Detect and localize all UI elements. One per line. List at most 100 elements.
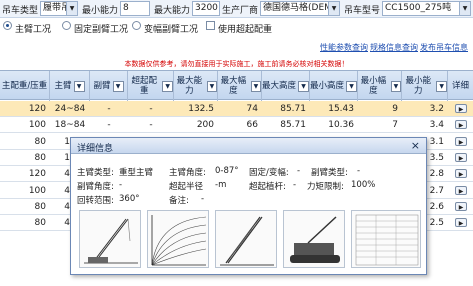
field-label: 固定/变幅: — [249, 168, 289, 178]
field-value: 100% — [351, 180, 376, 190]
boom-chart-thumbnail[interactable] — [215, 210, 277, 268]
cell-max-height: 85.71 — [280, 120, 306, 131]
field-value: 重型主臂 — [119, 168, 154, 178]
col-header-max-capacity[interactable]: 最大能力 ▼ — [174, 71, 218, 101]
cell-counterweight: 100 — [28, 185, 46, 196]
cell-max-height: 85.71 — [280, 104, 306, 114]
spec-table-thumbnail[interactable] — [351, 210, 421, 268]
model-value: CC1500_275吨 — [385, 3, 452, 13]
cell-min-radius: 7 — [392, 120, 398, 131]
col-header-min-height[interactable]: 最小高度 ▼ — [310, 71, 358, 101]
chevron-down-icon[interactable]: ▼ — [346, 80, 357, 92]
chevron-down-icon: ▼ — [459, 2, 470, 15]
spec-table-drawing — [352, 211, 420, 267]
col-header-max-radius[interactable]: 最大幅度 ▼ — [218, 71, 262, 101]
dialog-title: 详细信息 — [77, 144, 114, 154]
detail-icon[interactable]: ▶ — [455, 152, 467, 162]
chevron-down-icon: ▼ — [328, 2, 339, 15]
cell-main-boom: 24~84 — [54, 104, 86, 114]
field-label: 主臂角度: — [169, 168, 206, 178]
col-label: 主配重/压重 — [1, 81, 48, 91]
chevron-down-icon[interactable]: ▼ — [298, 80, 309, 92]
detail-dialog: 详细信息 × 主臂类型: 重型主臂 主臂角度: 0-87° 固定/变幅: - 副… — [70, 137, 427, 275]
cell-jib: - — [107, 104, 111, 114]
mode-label-main-boom: 主臂工况 — [15, 25, 52, 35]
min-capacity-input[interactable]: 8 — [120, 1, 150, 16]
cell-superlift: - — [149, 104, 153, 114]
link-performance-query[interactable]: 性能参数查询 — [320, 42, 368, 53]
manufacturer-value: 德国德马格(DEM — [263, 3, 332, 13]
chevron-down-icon[interactable]: ▼ — [73, 80, 85, 92]
chevron-down-icon[interactable]: ▼ — [250, 80, 261, 92]
field-value: - — [119, 180, 123, 190]
field-label: 副臂角度: — [77, 182, 114, 192]
col-header-main-boom[interactable]: 主臂 ▼ — [50, 71, 90, 101]
load-chart-thumbnail[interactable] — [147, 210, 209, 268]
detail-icon[interactable]: ▶ — [455, 104, 467, 113]
crane-diagram-thumbnail[interactable] — [79, 210, 141, 268]
mode-label-fixed-jib: 固定副臂工况 — [74, 25, 129, 35]
link-spec-query[interactable]: 规格信息查询 — [370, 42, 418, 53]
cell-counterweight: 120 — [28, 169, 46, 180]
link-publish-crane[interactable]: 发布吊车信息 — [420, 42, 468, 53]
mode-radio-luffing-jib[interactable] — [132, 21, 141, 30]
field-label: 副臂类型: — [311, 168, 348, 178]
table-row[interactable]: 100 18~84 - - 200 66 85.71 10.36 7 3.4 ▶ — [0, 117, 473, 134]
col-header-max-height[interactable]: 最大高度 ▼ — [262, 71, 310, 101]
cell-max-capacity: 132.5 — [188, 104, 214, 114]
field-value: -m — [215, 180, 227, 190]
min-capacity-label: 最小能力 — [82, 6, 119, 16]
cell-counterweight: 80 — [34, 201, 46, 212]
cell-counterweight: 120 — [28, 104, 46, 114]
close-icon[interactable]: × — [411, 139, 420, 152]
field-label: 备注: — [169, 196, 189, 206]
cell-counterweight: 80 — [34, 218, 46, 229]
cell-counterweight: 80 — [34, 136, 46, 147]
max-capacity-input[interactable]: 3200 — [192, 1, 220, 16]
chevron-down-icon[interactable]: ▼ — [162, 80, 173, 92]
detail-icon[interactable]: ▶ — [455, 136, 467, 146]
field-value: 360° — [119, 194, 140, 204]
field-value: - — [297, 166, 301, 176]
chevron-down-icon[interactable]: ▼ — [390, 80, 401, 92]
col-label: 最小高度 — [310, 81, 345, 91]
col-header-jib[interactable]: 副臂 ▼ — [90, 71, 128, 101]
detail-icon[interactable]: ▶ — [455, 185, 467, 195]
cell-min-height: 10.36 — [328, 120, 354, 131]
manufacturer-select[interactable]: 德国德马格(DEM ▼ — [260, 1, 340, 16]
field-label: 力矩限制: — [307, 182, 344, 192]
col-label: 最大高度 — [262, 81, 297, 91]
cell-counterweight: 80 — [34, 152, 46, 163]
table-row[interactable]: 120 24~84 - - 132.5 74 85.71 15.43 9 3.2 ▶ — [0, 101, 473, 117]
col-header-min-capacity[interactable]: 最小能力 ▼ — [402, 71, 448, 101]
model-select[interactable]: CC1500_275吨 ▼ — [382, 1, 471, 16]
col-header-superlift[interactable]: 超起配重 ▼ — [128, 71, 174, 101]
col-label: 副臂 — [93, 81, 111, 91]
detail-icon[interactable]: ▶ — [455, 201, 467, 211]
col-label: 主臂 — [54, 81, 72, 91]
chevron-down-icon[interactable]: ▼ — [112, 80, 124, 92]
crawler-drawing — [284, 211, 344, 267]
detail-icon[interactable]: ▶ — [455, 218, 467, 228]
chevron-down-icon[interactable]: ▼ — [206, 80, 217, 92]
counterweight-checkbox[interactable] — [206, 21, 215, 30]
detail-icon[interactable]: ▶ — [455, 169, 467, 179]
crane-type-label: 吊车类型 — [2, 6, 39, 16]
mode-radio-main-boom[interactable] — [3, 21, 12, 30]
field-value: - — [293, 180, 297, 190]
crawler-thumbnail[interactable] — [283, 210, 345, 268]
detail-icon[interactable]: ▶ — [455, 120, 467, 130]
col-header-min-radius[interactable]: 最小幅度 ▼ — [358, 71, 402, 101]
cell-max-capacity: 200 — [196, 120, 214, 131]
manufacturer-label: 生产厂商 — [222, 6, 259, 16]
cell-superlift: - — [149, 120, 153, 131]
field-label: 主臂类型: — [77, 168, 114, 178]
cell-max-radius: 66 — [246, 120, 258, 131]
chevron-down-icon[interactable]: ▼ — [436, 80, 447, 92]
cell-max-radius: 74 — [246, 104, 258, 114]
cell-min-capacity: 3.2 — [429, 104, 444, 114]
crane-type-select[interactable]: 履带吊 ▼ — [40, 1, 78, 16]
col-header-counterweight[interactable]: 主配重/压重 — [0, 71, 50, 101]
cell-counterweight: 100 — [28, 120, 46, 131]
mode-radio-fixed-jib[interactable] — [62, 21, 71, 30]
